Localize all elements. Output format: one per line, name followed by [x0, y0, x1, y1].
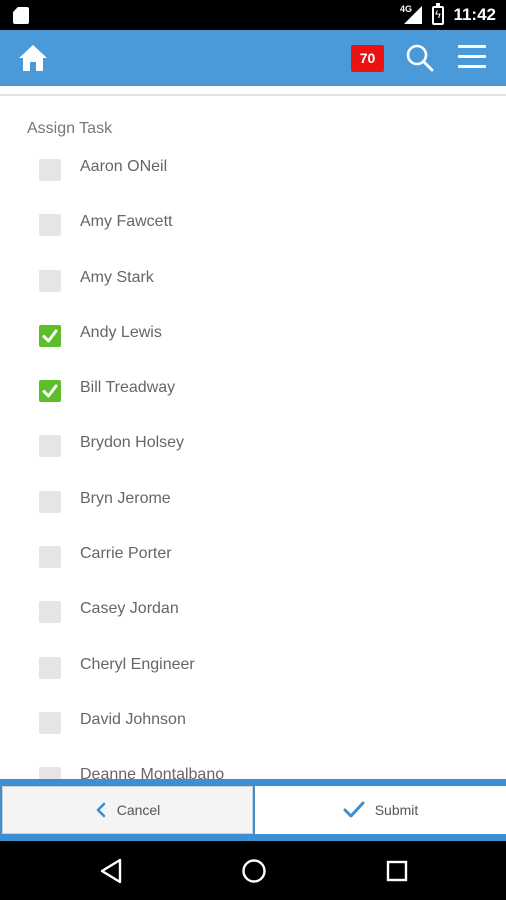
checkbox[interactable] — [39, 435, 61, 458]
assignee-name: Cheryl Engineer — [80, 655, 195, 673]
assign-task-form: Assign Task Aaron ONeil Amy Fawcett Amy St… — [0, 96, 506, 780]
assignee-row[interactable]: Andy Lewis — [0, 314, 506, 369]
assignee-row[interactable]: Carrie Porter — [0, 535, 506, 590]
assignee-name: Amy Fawcett — [80, 213, 173, 231]
assignee-name: Deanne Montalbano — [80, 766, 225, 780]
checkbox[interactable] — [39, 269, 61, 292]
action-bar: Cancel Submit — [0, 779, 506, 841]
assignee-list: Aaron ONeil Amy Fawcett Amy Stark Andy Lewi… — [0, 148, 506, 780]
chevron-left-icon — [96, 802, 106, 818]
app-bar: 70 — [0, 30, 506, 86]
back-icon[interactable] — [98, 857, 126, 885]
assignee-row[interactable]: Brydon Holsey — [0, 424, 506, 479]
assignee-name: Bryn Jerome — [80, 489, 171, 507]
assignee-row[interactable]: Aaron ONeil — [0, 148, 506, 203]
assignee-name: Andy Lewis — [80, 323, 162, 341]
system-nav-bar — [0, 841, 506, 900]
assignee-row[interactable]: Deanne Montalbano — [0, 756, 506, 780]
assignee-name: Carrie Porter — [80, 545, 172, 563]
assignee-name: Brydon Holsey — [80, 434, 185, 452]
home-nav-icon[interactable] — [240, 857, 268, 885]
sd-card-icon — [13, 7, 29, 24]
assignee-name: Bill Treadway — [80, 379, 176, 397]
battery-icon: ϟ — [432, 3, 444, 25]
checkbox-checked[interactable] — [39, 380, 61, 403]
status-bar: 4G ϟ 11:42 — [0, 0, 506, 30]
notification-badge[interactable]: 70 — [351, 45, 384, 72]
checkbox-checked[interactable] — [39, 324, 61, 347]
checkbox[interactable] — [39, 711, 61, 734]
cancel-button[interactable]: Cancel — [2, 786, 253, 834]
hamburger-menu-icon[interactable] — [458, 45, 486, 71]
search-icon[interactable] — [405, 43, 435, 73]
home-icon[interactable] — [18, 43, 48, 73]
assignee-row[interactable]: David Johnson — [0, 701, 506, 756]
checkbox[interactable] — [39, 490, 61, 513]
assignee-row[interactable]: Amy Fawcett — [0, 203, 506, 258]
assignee-row[interactable]: Bryn Jerome — [0, 480, 506, 535]
recents-icon[interactable] — [383, 857, 411, 885]
assignee-name: Casey Jordan — [80, 600, 179, 618]
submit-button[interactable]: Submit — [255, 786, 506, 834]
checkbox[interactable] — [39, 546, 61, 569]
checkbox[interactable] — [39, 159, 61, 181]
assignee-row[interactable]: Bill Treadway — [0, 369, 506, 424]
signal-icon: 4G — [400, 4, 424, 26]
assignee-name: Aaron ONeil — [80, 158, 168, 175]
cancel-label: Cancel — [116, 802, 161, 818]
assignee-row[interactable]: Amy Stark — [0, 259, 506, 314]
checkmark-icon — [343, 801, 365, 818]
assignee-name: Amy Stark — [80, 268, 154, 286]
section-label: Assign Task — [27, 120, 113, 137]
checkbox[interactable] — [39, 656, 61, 679]
checkbox[interactable] — [39, 601, 61, 624]
assignee-row[interactable]: Cheryl Engineer — [0, 646, 506, 701]
checkbox[interactable] — [39, 214, 61, 237]
assignee-row[interactable]: Casey Jordan — [0, 590, 506, 645]
submit-label: Submit — [374, 802, 419, 818]
status-time: 11:42 — [453, 5, 496, 24]
assignee-name: David Johnson — [80, 710, 186, 728]
